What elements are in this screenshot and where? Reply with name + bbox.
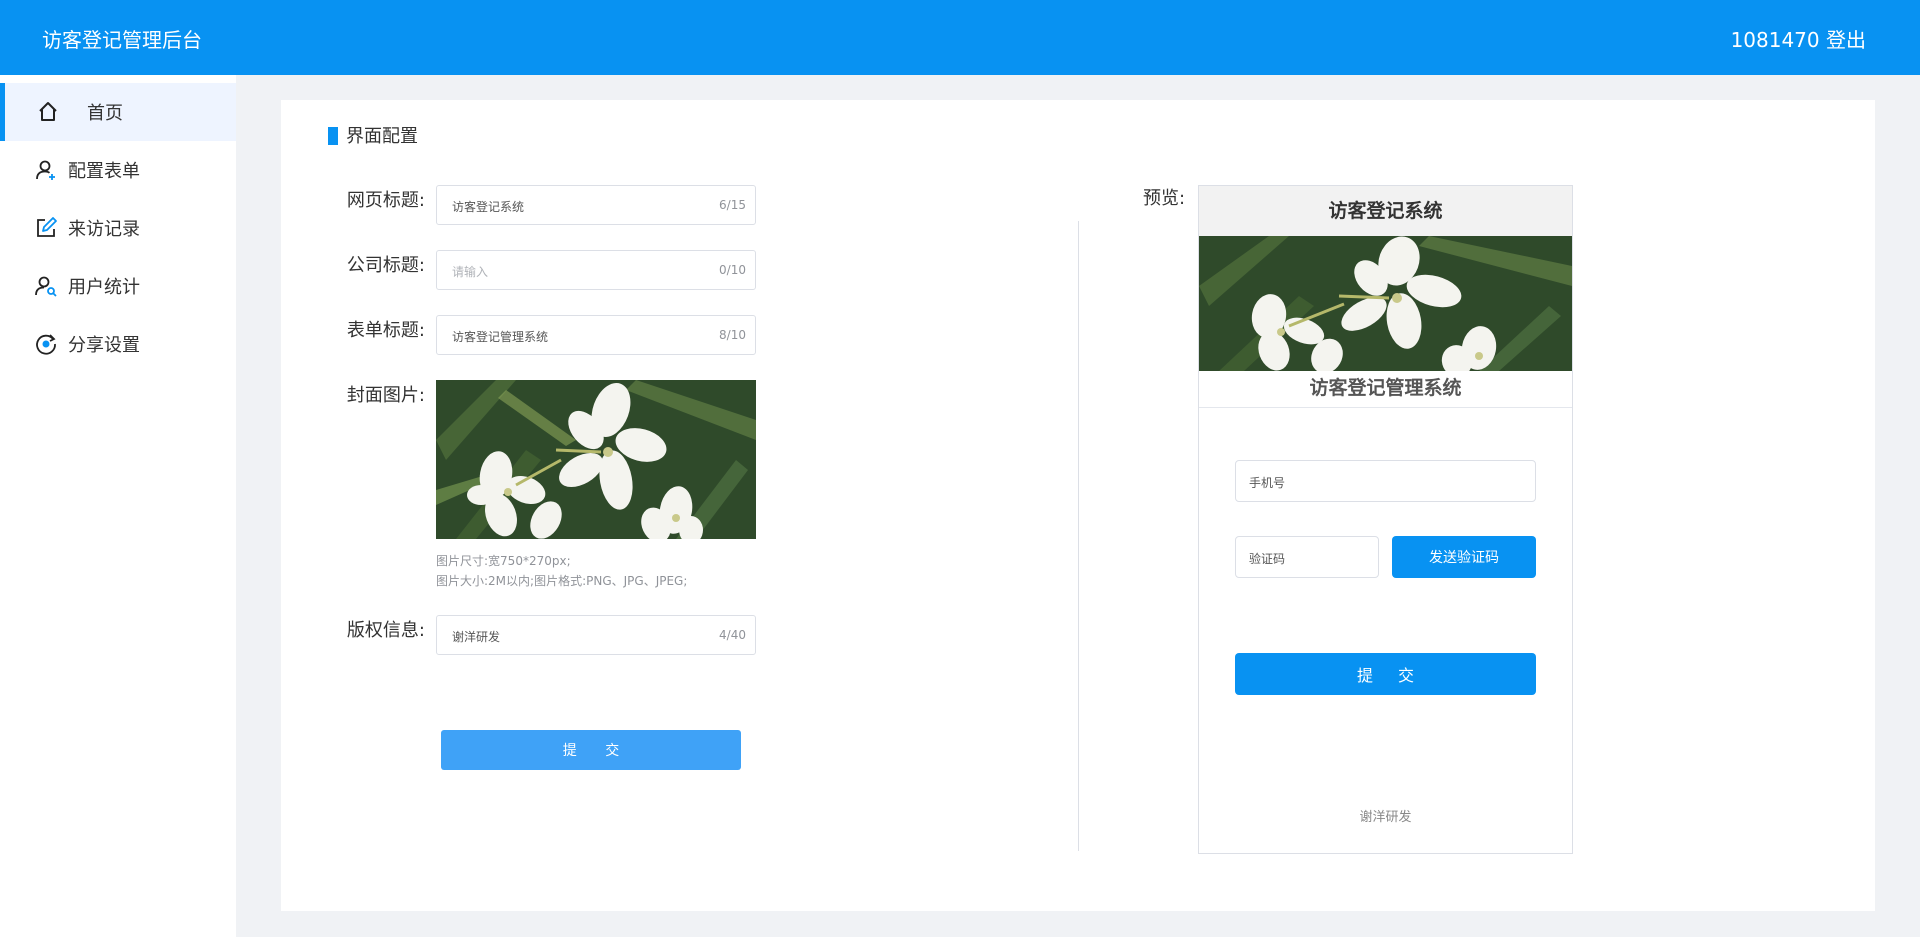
user-add-icon (36, 160, 55, 180)
user-area: 1081470 登出 (1731, 24, 1866, 53)
sidebar-item-share-settings[interactable]: 分享设置 (0, 315, 236, 373)
sidebar-item-home[interactable]: 首页 (0, 83, 236, 141)
preview-cover-image (1199, 236, 1572, 371)
top-bar: 访客登记管理后台 1081470 登出 (0, 0, 1920, 75)
mobile-preview: 访客登记系统 访客登记管理系统 手机号 验证码 发送验证码 提 交 谢洋研发 (1198, 185, 1573, 854)
sidebar-item-user-stats[interactable]: 用户统计 (0, 257, 236, 315)
preview-phone-placeholder: 手机号 (1249, 476, 1286, 490)
cover-hint-size: 图片尺寸:宽750*270px; (436, 554, 571, 568)
section-title: 界面配置 (328, 122, 418, 148)
preview-code-placeholder: 验证码 (1249, 552, 1286, 566)
preview-page-title: 访客登记系统 (1199, 186, 1572, 236)
form-title-input[interactable]: 访客登记管理系统 8/10 (436, 315, 756, 355)
share-icon (36, 334, 56, 355)
flower-image (1199, 236, 1572, 371)
sidebar-item-label: 来访记录 (68, 219, 140, 240)
company-title-label: 公司标题: (346, 255, 425, 276)
sidebar-item-visit-records[interactable]: 来访记录 (0, 199, 236, 257)
edit-icon (37, 217, 57, 237)
section-title-marker (328, 127, 338, 145)
sidebar: 首页 配置表单 来访记录 用户统计 分享设置 (0, 75, 236, 937)
preview-label: 预览: (1143, 188, 1186, 209)
sidebar-item-label: 用户统计 (68, 277, 140, 298)
logout-link[interactable]: 登出 (1826, 28, 1866, 52)
sidebar-item-config-form[interactable]: 配置表单 (0, 141, 236, 199)
user-search-icon (35, 276, 57, 297)
page-title-value: 访客登记系统 (452, 200, 525, 214)
page-title-count: 6/15 (719, 198, 746, 212)
copyright-count: 4/40 (719, 628, 746, 642)
form-title-label: 表单标题: (346, 320, 425, 341)
home-icon (39, 102, 57, 121)
flower-image (436, 380, 756, 539)
app-title: 访客登记管理后台 (42, 28, 202, 52)
company-title-placeholder: 请输入 (452, 265, 489, 279)
preview-phone-input[interactable]: 手机号 (1235, 460, 1536, 502)
section-title-text: 界面配置 (346, 126, 418, 147)
copyright-label: 版权信息: (346, 620, 425, 641)
preview-submit-button[interactable]: 提 交 (1235, 653, 1536, 695)
user-id: 1081470 (1730, 28, 1820, 52)
sidebar-item-label: 配置表单 (68, 161, 140, 182)
cover-label: 封面图片: (346, 385, 425, 406)
preview-code-input[interactable]: 验证码 (1235, 536, 1379, 578)
form-title-value: 访客登记管理系统 (452, 330, 549, 344)
company-title-count: 0/10 (719, 263, 746, 277)
sidebar-item-label: 分享设置 (68, 335, 140, 356)
config-panel: 界面配置 网页标题: 访客登记系统 6/15 公司标题: 请输入 0/10 表单… (281, 100, 1875, 911)
copyright-input[interactable]: 谢洋研发 4/40 (436, 615, 756, 655)
page-title-input[interactable]: 访客登记系统 6/15 (436, 185, 756, 225)
company-title-input[interactable]: 请输入 0/10 (436, 250, 756, 290)
cover-hint-format: 图片大小:2M以内;图片格式:PNG、JPG、JPEG; (436, 574, 688, 588)
preview-form-title: 访客登记管理系统 (1199, 372, 1572, 408)
copyright-value: 谢洋研发 (452, 630, 501, 644)
divider (1078, 221, 1079, 851)
page-title-label: 网页标题: (346, 190, 425, 211)
submit-button[interactable]: 提 交 (441, 730, 741, 770)
preview-copyright: 谢洋研发 (1359, 810, 1412, 825)
sidebar-item-label: 首页 (87, 103, 123, 124)
cover-image-upload[interactable] (436, 380, 756, 539)
send-code-button[interactable]: 发送验证码 (1392, 536, 1536, 578)
form-title-count: 8/10 (719, 328, 746, 342)
